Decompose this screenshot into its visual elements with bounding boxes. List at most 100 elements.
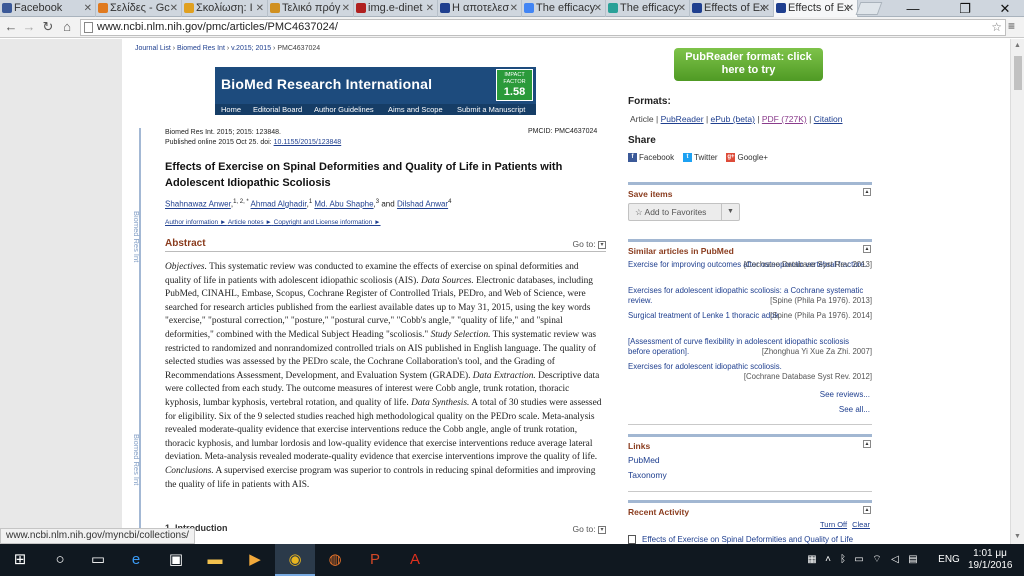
windows-start-icon[interactable]: ⊞ [0, 544, 40, 576]
home-icon[interactable]: ⌂ [58, 18, 76, 36]
tab-close-icon[interactable]: ✕ [762, 0, 770, 17]
tab-close-icon[interactable]: ✕ [846, 0, 854, 17]
back-arrow-icon[interactable]: ← [2, 18, 20, 36]
pubreader-button[interactable]: PubReader format: click here to try [674, 48, 823, 81]
banner-nav-home[interactable]: Home [221, 104, 241, 115]
turn-off-link[interactable]: Turn Off [820, 520, 847, 529]
share-facebook[interactable]: f Facebook [628, 153, 674, 163]
add-to-favorites-button[interactable]: ☆ Add to Favorites ▼ [628, 203, 740, 221]
see-all-link[interactable]: See all... [782, 405, 870, 414]
collapse-toggle-icon[interactable]: ▲ [863, 245, 871, 253]
search-icon[interactable]: ○ [40, 544, 80, 576]
tray-notification-icon[interactable]: ▤ [904, 544, 922, 576]
recent-activity-item[interactable]: Effects of Exercise on Spinal Deformitie… [628, 535, 853, 544]
tray-up-chevron-icon[interactable]: ˄ [821, 544, 835, 576]
reload-icon[interactable]: ↻ [39, 18, 57, 36]
similar-article[interactable]: Exercise for improving outcomes after os… [628, 260, 872, 270]
maximize-button[interactable]: ❐ [950, 0, 980, 17]
author-link[interactable]: Shahnawaz Anwer [165, 200, 231, 209]
task-view-icon[interactable]: ▭ [78, 544, 118, 576]
tab-close-icon[interactable]: ✕ [594, 0, 602, 17]
tab-img-edinet[interactable]: img.e-dinet ✕ [354, 0, 438, 17]
tab-teliko[interactable]: Τελικό πρόγ ✕ [268, 0, 354, 17]
collapse-toggle-icon[interactable]: ▲ [863, 506, 871, 514]
forward-arrow-icon[interactable]: → [20, 18, 38, 36]
input-language[interactable]: ENG [936, 544, 962, 576]
taskbar-clock[interactable]: 1:01 μμ 19/1/2016 [968, 548, 1013, 572]
format-epub-link[interactable]: ePub (beta) [711, 114, 755, 124]
file-explorer-icon[interactable]: ▬ [195, 544, 235, 576]
tab-facebook[interactable]: Facebook ✕ [0, 0, 96, 17]
clear-link[interactable]: Clear [852, 520, 870, 529]
similar-article[interactable]: Exercises for adolescent idiopathic scol… [628, 362, 872, 382]
doi-link[interactable]: 10.1155/2015/123848 [274, 139, 342, 146]
tab-close-icon[interactable]: ✕ [342, 0, 350, 17]
scrollbar-thumb[interactable] [1014, 56, 1022, 90]
tab-efficacy-2[interactable]: The efficacy ✕ [606, 0, 690, 17]
tray-volume-icon[interactable]: ◁ [887, 544, 903, 576]
author-link[interactable]: Dilshad Anwar [397, 200, 448, 209]
tab-effects-active[interactable]: Effects of Ex ✕ [774, 0, 858, 17]
tab-efficacy-1[interactable]: The efficacy ✕ [522, 0, 606, 17]
scroll-down-icon[interactable]: ▼ [1014, 533, 1021, 540]
similar-article[interactable]: Exercises for adolescent idiopathic scol… [628, 286, 872, 306]
tab-close-icon[interactable]: ✕ [170, 0, 178, 17]
new-tab-button[interactable] [855, 2, 883, 15]
share-googleplus[interactable]: g+ Google+ [726, 153, 768, 163]
tab-skoliosi[interactable]: Σκολίωση: Ι ✕ [182, 0, 268, 17]
similar-article[interactable]: Surgical treatment of Lenke 1 thoracic a… [628, 311, 872, 321]
format-citation-link[interactable]: Citation [814, 114, 843, 124]
author-link[interactable]: Ahmad Alghadir [251, 200, 307, 209]
author-information-link[interactable]: Author information ► [165, 219, 226, 226]
powerpoint-icon[interactable]: P [355, 544, 395, 576]
share-twitter[interactable]: t Twitter [683, 153, 718, 163]
tray-network-icon[interactable]: ⌔ [868, 544, 886, 576]
tab-close-icon[interactable]: ✕ [256, 0, 264, 17]
tray-photos-icon[interactable]: ▦ [803, 544, 821, 576]
url-input[interactable]: www.ncbi.nlm.nih.gov/pmc/articles/PMC463… [80, 19, 1006, 36]
tray-battery-icon[interactable]: ▭ [851, 544, 867, 576]
tab-close-icon[interactable]: ✕ [84, 0, 92, 17]
banner-nav-editorial-board[interactable]: Editorial Board [253, 104, 302, 115]
author-link[interactable]: Md. Abu Shaphe [314, 200, 373, 209]
pubmed-link[interactable]: PubMed [628, 455, 660, 465]
similar-article[interactable]: [Assessment of curve flexibility in adol… [628, 337, 872, 357]
breadcrumb-journal[interactable]: Biomed Res Int [177, 45, 225, 52]
firefox-icon[interactable]: ◍ [315, 544, 355, 576]
tab-effects-1[interactable]: Effects of Ex ✕ [690, 0, 774, 17]
banner-nav-aims-scope[interactable]: Aims and Scope [388, 104, 443, 115]
minimize-button[interactable]: — [898, 0, 928, 17]
banner-nav-author-guidelines[interactable]: Author Guidelines [314, 104, 374, 115]
banner-nav-submit[interactable]: Submit a Manuscript [457, 104, 525, 115]
edge-browser-icon[interactable]: e [116, 544, 156, 576]
close-window-button[interactable]: ✕ [990, 0, 1020, 17]
journal-banner[interactable]: BioMed Research International IMPACT FAC… [215, 67, 536, 115]
tab-apotelesma[interactable]: Η αποτελεσ ✕ [438, 0, 522, 17]
tray-bluetooth-icon[interactable]: ᛒ [836, 544, 850, 576]
media-player-icon[interactable]: ▶ [235, 544, 275, 576]
chrome-icon[interactable]: ◉ [275, 544, 315, 576]
tab-close-icon[interactable]: ✕ [426, 0, 434, 17]
dropdown-arrow-icon[interactable]: ▼ [721, 204, 739, 220]
collapse-toggle-icon[interactable]: ▲ [863, 440, 871, 448]
goto-menu[interactable]: Go to: ▾ [572, 524, 606, 534]
goto-menu[interactable]: Go to: ▾ [572, 239, 606, 249]
scroll-up-icon[interactable]: ▲ [1014, 42, 1021, 49]
collapse-toggle-icon[interactable]: ▲ [863, 188, 871, 196]
store-icon[interactable]: ▣ [156, 544, 196, 576]
format-pubreader-link[interactable]: PubReader [661, 114, 704, 124]
copyright-link[interactable]: Copyright and License information ► [274, 219, 381, 226]
breadcrumb-volume[interactable]: v.2015; 2015 [231, 45, 271, 52]
tab-close-icon[interactable]: ✕ [678, 0, 686, 17]
page-scrollbar[interactable]: ▲ ▼ [1010, 39, 1024, 544]
breadcrumb-journal-list[interactable]: Journal List [135, 45, 171, 52]
article-notes-link[interactable]: Article notes ► [228, 219, 272, 226]
chrome-menu-icon[interactable]: ≡ [1008, 19, 1015, 33]
see-reviews-link[interactable]: See reviews... [782, 390, 870, 399]
taxonomy-link[interactable]: Taxonomy [628, 470, 667, 480]
tab-close-icon[interactable]: ✕ [510, 0, 518, 17]
tab-selides[interactable]: Σελίδες - Gc ✕ [96, 0, 182, 17]
format-pdf-link[interactable]: PDF (727K) [762, 114, 807, 124]
bookmark-star-icon[interactable]: ☆ [991, 20, 1002, 35]
acrobat-icon[interactable]: A [395, 544, 435, 576]
